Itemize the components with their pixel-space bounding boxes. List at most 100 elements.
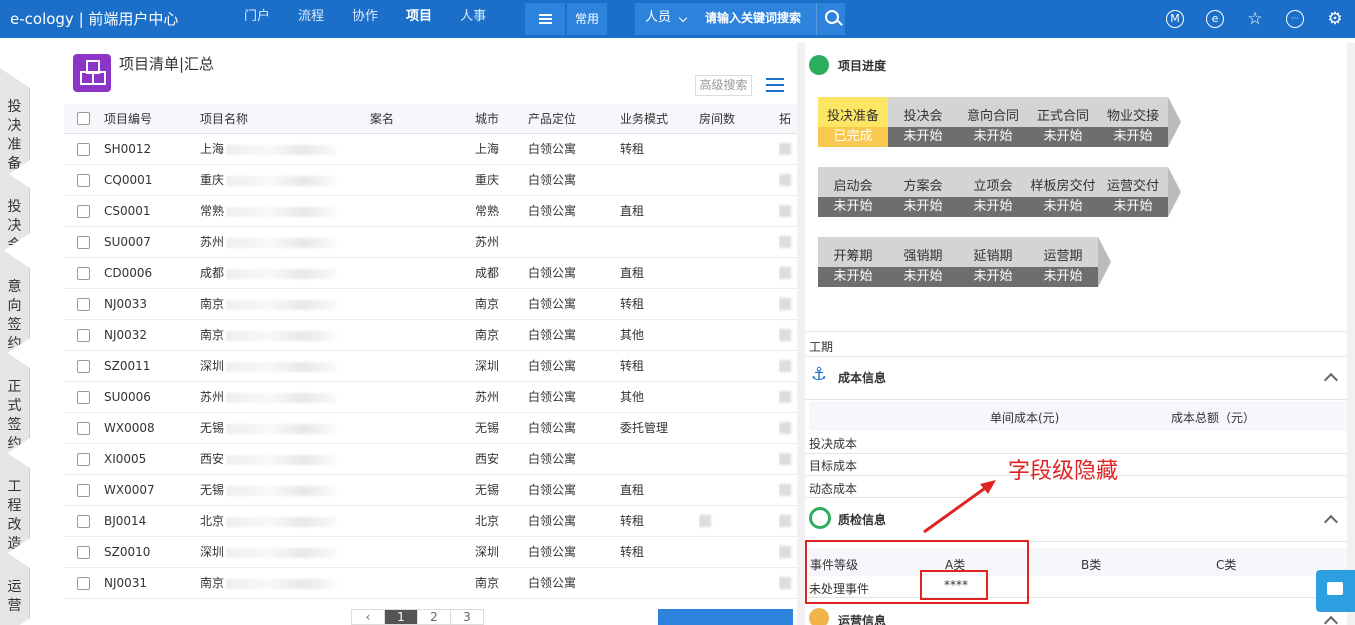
stage-item[interactable]: 意向合同 未开始 xyxy=(958,97,1028,147)
stage-item[interactable]: 方案会 未开始 xyxy=(888,167,958,217)
nav-workflow[interactable]: 流程 xyxy=(284,0,338,38)
common-button[interactable]: 常用 xyxy=(567,3,607,35)
row-checkbox[interactable] xyxy=(64,288,104,320)
search-input[interactable]: 请输入关键词搜索 xyxy=(705,3,801,33)
stage-item[interactable]: 强销期 未开始 xyxy=(888,237,958,287)
table-row[interactable]: SU0006 苏州 苏州 白领公寓 其他 xyxy=(64,381,797,413)
checkbox[interactable] xyxy=(77,545,90,559)
table-row[interactable]: SH0012 上海 上海 白领公寓 转租 xyxy=(64,133,797,165)
col-case[interactable]: 案名 xyxy=(370,104,475,134)
page-2[interactable]: 2 xyxy=(417,609,451,625)
stage-item[interactable]: 投决准备 已完成 xyxy=(818,97,888,147)
table-row[interactable]: SU0007 苏州 苏州 xyxy=(64,226,797,258)
nav-project[interactable]: 项目 xyxy=(392,0,446,38)
vtab-invest-prep[interactable]: 投决准备 xyxy=(0,68,30,180)
stage-item[interactable]: 正式合同 未开始 xyxy=(1028,97,1098,147)
col-city[interactable]: 城市 xyxy=(475,104,528,134)
panel-divider-scrollbar[interactable] xyxy=(797,43,805,625)
table-row[interactable]: SZ0011 深圳 深圳 白领公寓 转租 xyxy=(64,350,797,382)
search-type-select[interactable]: 人员 xyxy=(645,3,671,33)
row-checkbox[interactable] xyxy=(64,226,104,258)
checkbox[interactable] xyxy=(77,204,90,218)
checkbox[interactable] xyxy=(77,266,90,280)
stage-item[interactable]: 运营期 未开始 xyxy=(1028,237,1111,287)
table-row[interactable]: WX0008 无锡 无锡 白领公寓 委托管理 xyxy=(64,412,797,444)
table-row[interactable]: XI0005 西安 西安 白领公寓 xyxy=(64,443,797,475)
advanced-search-button[interactable]: 高级搜索 xyxy=(695,75,752,96)
checkbox[interactable] xyxy=(77,235,90,249)
table-row[interactable]: SZ0010 深圳 深圳 白领公寓 转租 xyxy=(64,536,797,568)
stage-item[interactable]: 样板房交付 未开始 xyxy=(1028,167,1098,217)
row-checkbox[interactable] xyxy=(64,133,104,165)
e-icon[interactable]: e xyxy=(1195,0,1235,38)
select-all-checkbox-cell[interactable] xyxy=(64,104,104,134)
vtab-intent-sign[interactable]: 意向签约 xyxy=(0,248,30,358)
checkbox[interactable] xyxy=(77,112,90,126)
row-checkbox[interactable] xyxy=(64,412,104,444)
col-mode[interactable]: 业务模式 xyxy=(620,104,699,134)
nav-portal[interactable]: 门户 xyxy=(230,0,284,38)
col-ext[interactable]: 拓 xyxy=(779,104,797,134)
checkbox[interactable] xyxy=(77,514,90,528)
row-checkbox[interactable] xyxy=(64,567,104,599)
row-checkbox[interactable] xyxy=(64,381,104,413)
page-go-button[interactable] xyxy=(658,609,793,625)
col-code[interactable]: 项目编号 xyxy=(104,104,200,134)
checkbox[interactable] xyxy=(77,297,90,311)
row-checkbox[interactable] xyxy=(64,319,104,351)
row-checkbox[interactable] xyxy=(64,474,104,506)
star-icon[interactable]: ☆ xyxy=(1235,0,1275,38)
stage-item[interactable]: 延销期 未开始 xyxy=(958,237,1028,287)
checkbox[interactable] xyxy=(77,421,90,435)
row-checkbox[interactable] xyxy=(64,164,104,196)
page-prev[interactable]: ‹ xyxy=(351,609,385,625)
row-checkbox[interactable] xyxy=(64,536,104,568)
collapse-icon[interactable] xyxy=(1323,514,1339,530)
checkbox[interactable] xyxy=(77,390,90,404)
vtab-operation[interactable]: 运营 xyxy=(0,548,30,625)
table-row[interactable]: NJ0031 南京 南京 白领公寓 xyxy=(64,567,797,599)
row-checkbox[interactable] xyxy=(64,505,104,537)
vtab-invest-meeting[interactable]: 投决会 xyxy=(0,168,30,253)
row-checkbox[interactable] xyxy=(64,350,104,382)
table-row[interactable]: CS0001 常熟 常熟 白领公寓 直租 xyxy=(64,195,797,227)
right-scrollbar[interactable] xyxy=(1347,43,1355,625)
checkbox[interactable] xyxy=(77,173,90,187)
row-checkbox[interactable] xyxy=(64,443,104,475)
col-rooms[interactable]: 房间数 xyxy=(699,104,779,134)
stage-item[interactable]: 运营交付 未开始 xyxy=(1098,167,1181,217)
col-name[interactable]: 项目名称 xyxy=(200,104,370,134)
collapse-icon[interactable] xyxy=(1323,615,1339,625)
table-row[interactable]: NJ0032 南京 南京 白领公寓 其他 xyxy=(64,319,797,351)
vtab-renovation[interactable]: 工程改造 xyxy=(0,448,30,558)
vtab-formal-sign[interactable]: 正式签约 xyxy=(0,348,30,458)
more-icon[interactable]: ··· xyxy=(1275,0,1315,38)
checkbox[interactable] xyxy=(77,576,90,590)
brand-title[interactable]: e-cology | 前端用户中心 xyxy=(10,0,178,38)
page-3[interactable]: 3 xyxy=(450,609,484,625)
stage-item[interactable]: 投决会 未开始 xyxy=(888,97,958,147)
stage-item[interactable]: 启动会 未开始 xyxy=(818,167,888,217)
stage-item[interactable]: 物业交接 未开始 xyxy=(1098,97,1181,147)
checkbox[interactable] xyxy=(77,142,90,156)
table-row[interactable]: WX0007 无锡 无锡 白领公寓 直租 xyxy=(64,474,797,506)
row-checkbox[interactable] xyxy=(64,257,104,289)
checkbox[interactable] xyxy=(77,483,90,497)
settings-icon[interactable]: ⚙ xyxy=(1315,0,1355,38)
table-row[interactable]: BJ0014 北京 北京 白领公寓 转租 xyxy=(64,505,797,537)
stage-item[interactable]: 开筹期 未开始 xyxy=(818,237,888,287)
chat-button[interactable] xyxy=(1316,570,1355,612)
menu-button[interactable] xyxy=(525,3,565,35)
collapse-icon[interactable] xyxy=(1323,372,1339,388)
table-row[interactable]: CD0006 成都 成都 白领公寓 直租 xyxy=(64,257,797,289)
table-row[interactable]: CQ0001 重庆 重庆 白领公寓 xyxy=(64,164,797,196)
stage-item[interactable]: 立项会 未开始 xyxy=(958,167,1028,217)
list-view-icon[interactable] xyxy=(766,78,784,92)
row-checkbox[interactable] xyxy=(64,195,104,227)
checkbox[interactable] xyxy=(77,328,90,342)
table-row[interactable]: NJ0033 南京 南京 白领公寓 转租 xyxy=(64,288,797,320)
page-1[interactable]: 1 xyxy=(384,609,418,625)
nav-hr[interactable]: 人事 xyxy=(446,0,500,38)
checkbox[interactable] xyxy=(77,452,90,466)
m-icon[interactable]: M xyxy=(1155,0,1195,38)
